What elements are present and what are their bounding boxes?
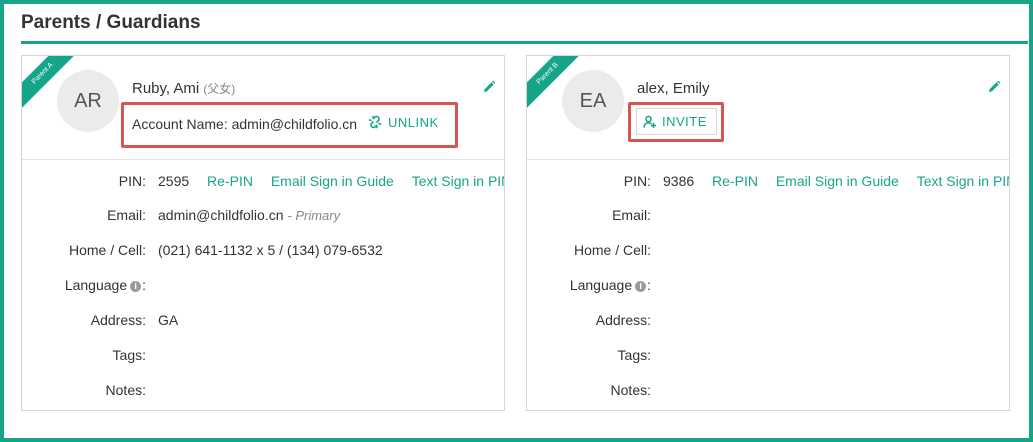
- parent-card-a: Parent A AR Ruby, Ami (父女) Account Name: …: [21, 55, 505, 411]
- unlink-label: UNLINK: [388, 115, 439, 130]
- unlink-button[interactable]: UNLINK: [368, 115, 439, 130]
- card-divider: [527, 159, 1009, 160]
- home-cell-label: Home / Cell:: [573, 242, 651, 258]
- pin-value: 9386: [663, 173, 695, 189]
- primary-tag: - Primary: [287, 208, 341, 223]
- invite-label: INVITE: [662, 114, 707, 129]
- email-value: admin@childfolio.cn: [158, 207, 284, 223]
- pencil-icon[interactable]: [987, 80, 1001, 94]
- email-sign-in-guide-link[interactable]: Email Sign in Guide: [271, 173, 394, 189]
- email-sign-in-guide-link[interactable]: Email Sign in Guide: [776, 173, 899, 189]
- pin-label: PIN:: [118, 173, 146, 189]
- notes-label: Notes:: [610, 382, 651, 398]
- relation-text: (父女): [203, 82, 236, 96]
- language-colon: :: [647, 277, 651, 293]
- text-sign-in-pin-link[interactable]: Text Sign in PIN: [917, 173, 1009, 189]
- account-name-label: Account Name: admin@childfolio.cn: [132, 116, 358, 132]
- pin-row: 2595 Re-PIN Email Sign in Guide Text Sig…: [158, 173, 504, 189]
- card-divider: [22, 159, 504, 160]
- tags-label: Tags:: [112, 347, 146, 363]
- home-cell-label: Home / Cell:: [68, 242, 146, 258]
- notes-label: Notes:: [105, 382, 146, 398]
- repin-link[interactable]: Re-PIN: [712, 173, 758, 189]
- pencil-icon[interactable]: [482, 80, 496, 94]
- email-row: admin@childfolio.cn - Primary: [158, 207, 340, 223]
- email-label: Email:: [107, 207, 146, 223]
- unlink-icon: [368, 115, 382, 129]
- pin-row: 9386 Re-PIN Email Sign in Guide Text Sig…: [663, 173, 1009, 189]
- invite-button[interactable]: INVITE: [636, 108, 717, 135]
- parent-card-b: Parent B EA alex, Emily INVITE PIN: 9386…: [526, 55, 1010, 411]
- user-invite-icon: [643, 115, 656, 128]
- title-underline: [21, 41, 1028, 44]
- page-title: Parents / Guardians: [21, 12, 201, 33]
- language-colon: :: [142, 277, 146, 293]
- tags-label: Tags:: [617, 347, 651, 363]
- parent-name: alex, Emily: [637, 80, 710, 97]
- repin-link[interactable]: Re-PIN: [207, 173, 253, 189]
- avatar: AR: [57, 70, 119, 132]
- phone-value: (021) 641-1132 x 5 / (134) 079-6532: [158, 242, 383, 258]
- address-value: GA: [158, 312, 179, 328]
- address-label: Address:: [595, 312, 651, 328]
- avatar: EA: [562, 70, 624, 132]
- language-label-text: Language: [569, 277, 633, 293]
- language-label: Language i:: [570, 277, 651, 293]
- pin-label: PIN:: [623, 173, 651, 189]
- info-icon[interactable]: i: [130, 281, 142, 292]
- parent-name-text: Ruby, Ami: [132, 80, 200, 97]
- parent-name: Ruby, Ami (父女): [132, 80, 235, 97]
- text-sign-in-pin-link[interactable]: Text Sign in PIN: [412, 173, 504, 189]
- info-icon[interactable]: i: [635, 281, 647, 292]
- address-label: Address:: [90, 312, 146, 328]
- email-label: Email:: [612, 207, 651, 223]
- pin-value: 2595: [158, 173, 190, 189]
- language-label-text: Language: [64, 277, 128, 293]
- language-label: Language i:: [65, 277, 146, 293]
